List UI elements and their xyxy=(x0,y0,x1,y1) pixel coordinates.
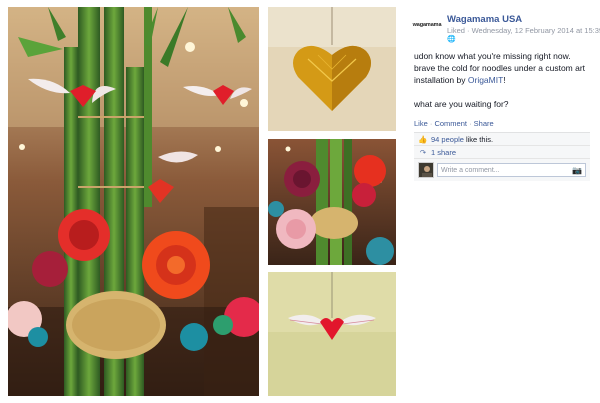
photo-winged[interactable] xyxy=(268,272,396,396)
shares-link[interactable]: 1 share xyxy=(431,148,456,157)
post-header: wagamama Wagamama USA Liked · Wednesday,… xyxy=(413,14,600,43)
comment-input[interactable]: Write a comment... 📷 xyxy=(437,163,586,177)
camera-icon[interactable]: 📷 xyxy=(572,166,582,175)
photo-cluster[interactable] xyxy=(268,139,396,265)
post-timestamp[interactable]: Liked · Wednesday, 12 February 2014 at 1… xyxy=(447,26,600,35)
likes-row: 👍 94 people like this. xyxy=(414,133,590,146)
action-separator: · xyxy=(429,119,433,128)
post-actions: Like · Comment · Share xyxy=(414,119,590,128)
photo-winged-image xyxy=(268,272,396,396)
message-text-end: ! xyxy=(503,75,506,85)
globe-icon: 🌐 xyxy=(447,36,456,43)
thumbs-up-icon: 👍 xyxy=(418,134,428,144)
shares-row: ↷ 1 share xyxy=(414,146,590,159)
share-icon: ↷ xyxy=(419,147,427,157)
comment-link[interactable]: Comment xyxy=(434,119,467,128)
post-panel: wagamama Wagamama USA Liked · Wednesday,… xyxy=(413,14,600,181)
post-message: udon know what you're missing right now.… xyxy=(414,50,590,110)
comment-composer: Write a comment... 📷 xyxy=(414,159,590,181)
page-logo[interactable]: wagamama xyxy=(413,14,442,36)
avatar xyxy=(418,162,434,178)
like-link[interactable]: Like xyxy=(414,119,428,128)
action-separator: · xyxy=(469,119,472,128)
photo-heart-image xyxy=(268,7,396,131)
ufi-panel: 👍 94 people like this. ↷ 1 share Write a… xyxy=(414,132,590,181)
share-link[interactable]: Share xyxy=(474,119,494,128)
author-link[interactable]: Wagamama USA xyxy=(447,14,522,25)
likes-count-link[interactable]: 94 people xyxy=(431,135,464,144)
origamit-link[interactable]: OrigaMIT xyxy=(468,75,503,85)
message-line2: what are you waiting for? xyxy=(414,99,509,109)
likes-suffix: like this. xyxy=(465,134,494,144)
photo-heart[interactable] xyxy=(268,7,396,131)
comment-placeholder: Write a comment... xyxy=(441,166,500,174)
photo-main-image xyxy=(8,7,259,396)
photo-cluster-image xyxy=(268,139,396,265)
photo-main[interactable] xyxy=(8,7,259,396)
